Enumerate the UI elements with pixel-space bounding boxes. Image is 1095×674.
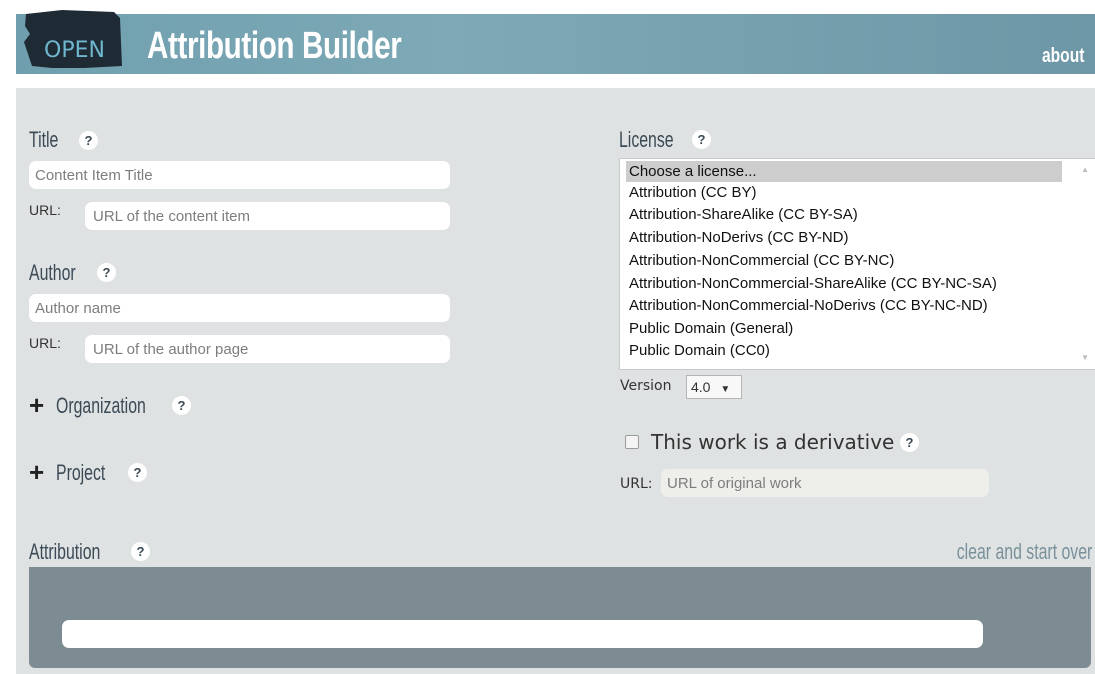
attribution-label: Attribution xyxy=(29,539,101,564)
author-label: Author xyxy=(29,260,76,285)
license-option[interactable]: Attribution-NonCommercial-NoDerivs (CC B… xyxy=(626,295,988,316)
attribution-output-box xyxy=(29,567,1091,668)
attribution-text-output[interactable] xyxy=(62,620,983,648)
project-label[interactable]: Project xyxy=(56,461,105,485)
author-url-label: URL: xyxy=(29,335,61,351)
original-url-label: URL: xyxy=(620,476,653,492)
author-url-input[interactable] xyxy=(85,335,450,363)
license-option[interactable]: Choose a license... xyxy=(626,161,1062,182)
project-help-icon[interactable]: ? xyxy=(128,463,147,482)
project-expand-button[interactable]: + xyxy=(29,459,44,485)
about-link[interactable]: about xyxy=(1042,45,1084,68)
license-option[interactable]: Attribution (CC BY) xyxy=(626,182,757,203)
license-option[interactable]: Attribution-NonCommercial (CC BY-NC) xyxy=(626,250,894,271)
license-option[interactable]: Public Domain (General) xyxy=(626,318,793,339)
author-input[interactable] xyxy=(29,294,450,322)
app-title: Attribution Builder xyxy=(147,25,402,67)
title-label: Title xyxy=(29,127,59,152)
license-option[interactable]: Attribution-NoDerivs (CC BY-ND) xyxy=(626,227,849,248)
license-option[interactable]: Public Domain (CC0) xyxy=(626,340,770,361)
clear-and-start-over-link[interactable]: clear and start over xyxy=(956,539,1092,565)
version-label: Version xyxy=(620,378,672,394)
organization-help-icon[interactable]: ? xyxy=(172,396,191,415)
title-url-input[interactable] xyxy=(85,202,450,230)
chevron-down-icon: ▼ xyxy=(720,384,731,395)
organization-label[interactable]: Organization xyxy=(56,394,146,418)
organization-expand-button[interactable]: + xyxy=(29,392,44,418)
scroll-up-arrow-icon[interactable]: ▲ xyxy=(1081,165,1089,174)
title-url-label: URL: xyxy=(29,202,61,218)
attribution-help-icon[interactable]: ? xyxy=(131,542,150,561)
version-select[interactable]: 4.0 ▼ xyxy=(686,375,742,399)
scroll-down-arrow-icon[interactable]: ▼ xyxy=(1081,353,1089,362)
derivative-help-icon[interactable]: ? xyxy=(900,433,919,452)
license-option[interactable]: Attribution-NonCommercial-ShareAlike (CC… xyxy=(626,273,997,294)
derivative-label[interactable]: This work is a derivative xyxy=(651,430,894,454)
title-input[interactable] xyxy=(29,161,450,189)
app-header: OPEN Attribution Builder about xyxy=(16,10,1095,74)
license-option[interactable]: Attribution-ShareAlike (CC BY-SA) xyxy=(626,204,858,225)
version-value: 4.0 xyxy=(691,379,711,395)
license-help-icon[interactable]: ? xyxy=(692,130,711,149)
original-url-input[interactable] xyxy=(661,469,989,497)
builder-panel: Title ? URL: Author ? URL: + Organizatio… xyxy=(16,88,1095,674)
logo-text: OPEN xyxy=(44,38,105,63)
title-help-icon[interactable]: ? xyxy=(79,131,98,150)
license-label: License xyxy=(619,127,674,152)
derivative-checkbox[interactable] xyxy=(625,435,639,449)
license-listbox[interactable]: Choose a license... Attribution (CC BY) … xyxy=(619,158,1095,370)
open-logo[interactable]: OPEN xyxy=(22,8,126,72)
author-help-icon[interactable]: ? xyxy=(97,263,116,282)
